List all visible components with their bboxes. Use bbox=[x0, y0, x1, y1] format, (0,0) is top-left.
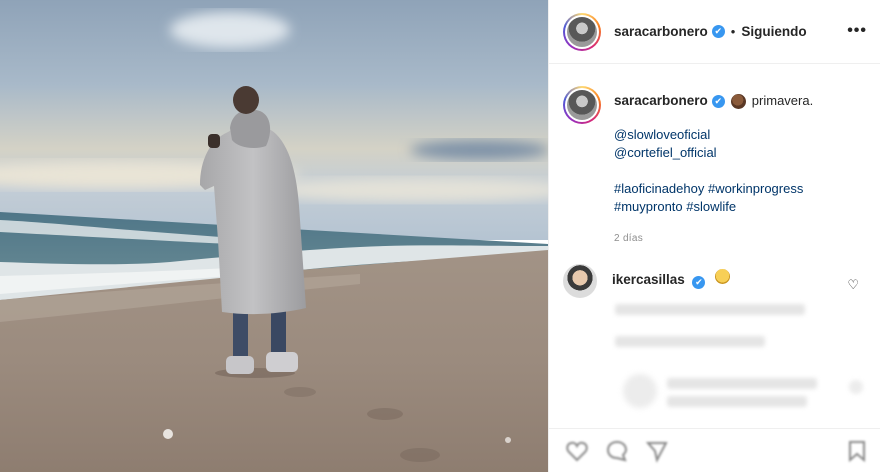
caption-avatar-image bbox=[567, 90, 597, 120]
post-timestamp[interactable]: 2 días bbox=[614, 230, 813, 248]
post-actions-bar bbox=[549, 428, 880, 472]
verified-icon: ✔ bbox=[711, 25, 725, 38]
beach-photo bbox=[0, 0, 548, 472]
save-bookmark-icon[interactable] bbox=[845, 439, 869, 463]
comment-bubble-icon[interactable] bbox=[605, 439, 629, 463]
verified-icon: ✔ bbox=[692, 276, 706, 289]
blurred-text bbox=[615, 304, 805, 315]
like-heart-icon[interactable] bbox=[565, 439, 589, 463]
emoji-icon bbox=[730, 93, 746, 109]
blurred-avatar bbox=[623, 374, 657, 408]
caption-username[interactable]: saracarbonero bbox=[614, 92, 708, 110]
blurred-heart-icon bbox=[849, 380, 863, 394]
post-photo[interactable] bbox=[0, 0, 548, 472]
caption-text: primavera. bbox=[751, 93, 814, 108]
author-avatar-image bbox=[567, 16, 597, 47]
post-caption: saracarbonero ✔ primavera. @slowloveofic… bbox=[563, 86, 869, 248]
comment-item: ikercasillas ✔ ♡ bbox=[563, 264, 869, 298]
emoji-icon bbox=[715, 269, 731, 284]
commenter-username[interactable]: ikercasillas bbox=[612, 272, 685, 287]
post-header: saracarbonero ✔ • Siguiendo ••• bbox=[549, 0, 880, 64]
following-button[interactable]: Siguiendo bbox=[741, 24, 806, 39]
like-comment-heart-icon[interactable]: ♡ bbox=[847, 277, 859, 293]
hashtag-links[interactable]: #muypronto #slowlife bbox=[614, 198, 813, 216]
mention-link[interactable]: @cortefiel_official bbox=[614, 144, 813, 162]
caption-avatar[interactable] bbox=[563, 86, 601, 124]
separator-dot: • bbox=[730, 24, 736, 39]
blurred-text bbox=[667, 378, 817, 389]
blurred-text bbox=[667, 396, 807, 407]
author-username[interactable]: saracarbonero bbox=[614, 24, 708, 39]
share-paper-plane-icon[interactable] bbox=[645, 439, 669, 463]
blurred-text bbox=[615, 336, 765, 347]
mention-link[interactable]: @slowloveoficial bbox=[614, 126, 813, 144]
post-side-panel: saracarbonero ✔ • Siguiendo ••• saracarb… bbox=[548, 0, 880, 472]
commenter-avatar[interactable] bbox=[563, 264, 597, 298]
author-avatar[interactable] bbox=[563, 12, 601, 51]
more-options-icon[interactable]: ••• bbox=[847, 23, 867, 39]
hashtag-links[interactable]: #laoficinadehoy #workinprogress bbox=[614, 180, 813, 198]
blurred-comments bbox=[563, 300, 873, 420]
verified-icon: ✔ bbox=[711, 94, 725, 108]
